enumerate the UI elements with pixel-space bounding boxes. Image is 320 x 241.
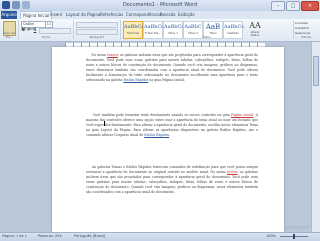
editing-group: Localizar Substituir Selecionar Edição (294, 20, 319, 39)
find-button[interactable]: Localizar (295, 21, 308, 25)
group-label-paragraph: Parágrafo (89, 35, 105, 39)
maximize-button[interactable]: □ (286, 1, 300, 11)
text-run: Você também pode formatar texto diretame… (92, 113, 232, 117)
text-run: na guia Página Inicial. (148, 78, 186, 82)
vertical-scrollbar[interactable] (311, 42, 320, 232)
page-count[interactable]: Página: 1 de 1 (2, 234, 27, 238)
window-controls: – □ × (271, 1, 319, 11)
list-buttons[interactable] (76, 22, 118, 28)
document-page[interactable]: No menu Inserir, as galerias incluem ite… (52, 47, 284, 232)
paragraph-2[interactable]: Você também pode formatar texto diretame… (86, 113, 258, 138)
font-group: Calibri (Corpo) 11 N I S Fonte (19, 20, 74, 39)
style-sample: AaBbCc (164, 24, 185, 30)
ribbon-tabs: Arquivo Página Inicial Inserir Layout da… (0, 11, 320, 20)
language-indicator[interactable]: Português (Brasil) (74, 234, 105, 238)
tab-revisao[interactable]: Revisão (160, 12, 176, 17)
style-sample: AaBbCcDc (144, 24, 171, 30)
zoom-level[interactable]: 100% (266, 234, 276, 238)
text-cursor (104, 121, 105, 126)
scroll-thumb[interactable] (313, 56, 319, 86)
clipboard-group: Área de Tra... (0, 20, 19, 39)
paragraph-1[interactable]: No menu Inserir, as galerias incluem ite… (86, 53, 258, 83)
tab-inserir[interactable]: Inserir (50, 12, 63, 17)
text-run: . (169, 133, 171, 137)
style-sample: AaB (205, 23, 221, 31)
change-styles-icon: AA (249, 21, 261, 30)
text-run: No menu (91, 53, 108, 57)
group-label-editing: Edição (301, 35, 312, 39)
close-button[interactable]: × (301, 1, 319, 11)
document-area: No menu Inserir, as galerias incluem ite… (0, 47, 312, 232)
misspelled-word[interactable]: Inserir (107, 53, 118, 57)
bold-button[interactable]: N (21, 28, 25, 32)
hyperlink-text[interactable]: Estilos Rápidos (123, 78, 148, 82)
paragraph-3[interactable]: As galerias Temas e Estilos Rápidos forn… (86, 165, 258, 195)
tab-arquivo[interactable]: Arquivo (1, 11, 17, 19)
style-sample: AaBbCc. (224, 24, 246, 30)
group-label-styles: Estilo (202, 35, 212, 39)
hyperlink-text[interactable]: Estilos Rápidos (144, 133, 169, 137)
font-format-buttons[interactable] (39, 28, 71, 34)
style-sample: AaBbC (184, 24, 202, 30)
ribbon: Área de Tra... Calibri (Corpo) 11 N I S … (0, 19, 320, 42)
underline-button[interactable]: S (33, 28, 37, 32)
misspelled-word[interactable]: Página Inicial (231, 113, 253, 117)
styles-group: AaBbCcDc ¶ Normal AaBbCcDc ¶ Sem Esp... … (121, 20, 294, 39)
replace-button[interactable]: Substituir (295, 26, 309, 30)
font-size-field[interactable]: 11 (45, 21, 53, 28)
zoom-slider-thumb[interactable] (293, 234, 295, 239)
tab-exibicao[interactable]: Exibição (178, 12, 195, 17)
tab-referencias[interactable]: Referências (100, 12, 123, 17)
watermark: lynda.com (283, 225, 310, 231)
tab-layout[interactable]: Layout da Página (66, 12, 100, 17)
style-sample: AaBbCcDc (124, 24, 151, 30)
group-label-clipboard: Área de Tra... (3, 31, 15, 39)
italic-button[interactable]: I (27, 28, 31, 32)
group-label-font: Fonte (41, 35, 51, 39)
word-count[interactable]: Palavras: 254 (38, 234, 62, 238)
minimize-button[interactable]: – (271, 1, 285, 11)
tab-correspondencias[interactable]: Correspondências (126, 12, 162, 17)
misspelled-word[interactable]: Inserir (227, 170, 238, 174)
paragraph-group: Parágrafo (74, 20, 121, 39)
